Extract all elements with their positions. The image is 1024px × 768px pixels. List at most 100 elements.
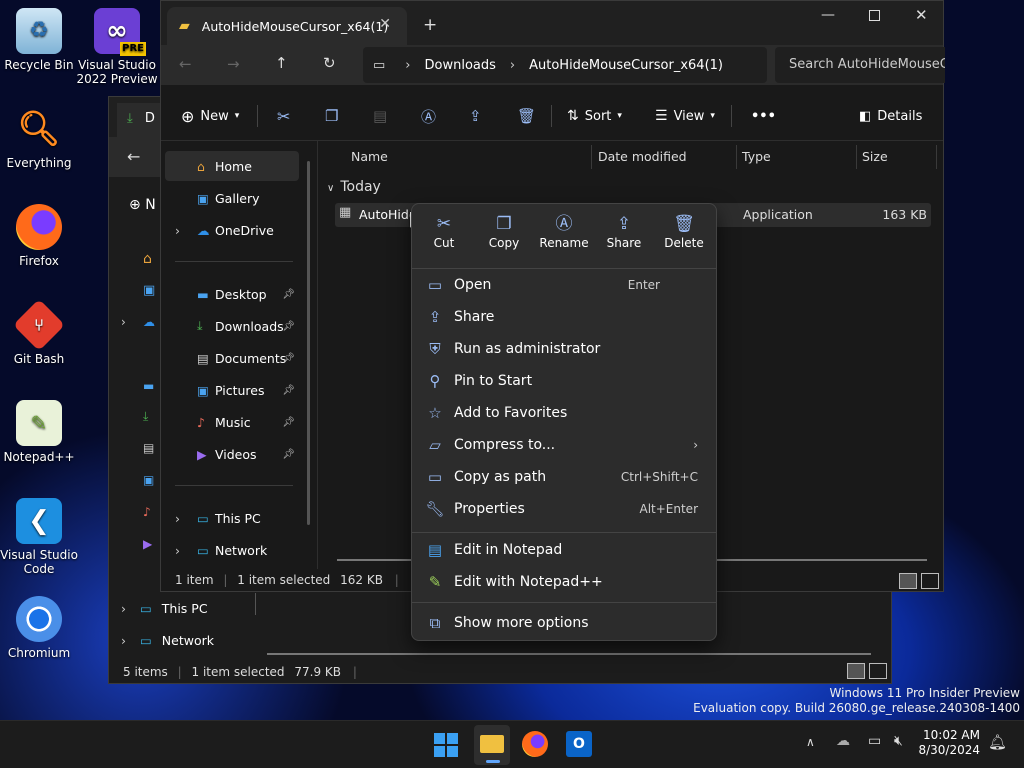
taskbar-file-explorer[interactable]	[474, 725, 510, 765]
column-header-date[interactable]: Date modified	[598, 149, 687, 164]
context-item-open[interactable]: ▭ Open Enter	[416, 269, 712, 301]
share-button[interactable]: ⇪	[469, 91, 482, 141]
context-item-run-as-admin[interactable]: ⛨ Run as administrator	[416, 333, 712, 365]
sidebar-item-desktop[interactable]: ▬ Desktop 📌︎	[165, 279, 299, 309]
onedrive-tray-icon[interactable]: ☁	[836, 733, 850, 749]
desktop-icon-firefox[interactable]: Firefox	[0, 204, 81, 268]
tiles-view-toggle[interactable]	[869, 663, 887, 679]
maximize-button[interactable]	[869, 10, 880, 21]
sidebar-item-this-pc[interactable]: › ▭ This PC	[121, 601, 208, 616]
context-item-compress[interactable]: ▱ Compress to... ›	[416, 429, 712, 461]
context-item-properties[interactable]: 🔧︎ Properties Alt+Enter	[416, 493, 712, 525]
share-icon: ⇪	[428, 308, 442, 326]
context-item-show-more[interactable]: ⧉ Show more options	[416, 607, 712, 639]
column-header-name[interactable]: Name	[351, 149, 388, 164]
sidebar-item-pictures[interactable]: ▣ Pictures 📌︎	[165, 375, 299, 405]
context-item-edit-notepadpp[interactable]: ✎ Edit with Notepad++	[416, 566, 712, 598]
notification-bell-icon[interactable]: 🔔︎	[988, 733, 1007, 751]
desktop-folder-icon[interactable]: ▬	[143, 379, 154, 393]
chevron-down-icon: ▾	[617, 111, 622, 121]
tray-chevron-icon[interactable]: ∧	[806, 735, 815, 749]
context-item-add-favorites[interactable]: ☆ Add to Favorites	[416, 397, 712, 429]
group-header-today[interactable]: ∨ Today	[327, 179, 381, 195]
paste-button[interactable]: ▤	[373, 91, 387, 141]
sidebar-item-this-pc[interactable]: › ▭ This PC	[165, 503, 299, 533]
context-item-pin-to-start[interactable]: ⚲ Pin to Start	[416, 365, 712, 397]
context-item-copy-as-path[interactable]: ▭ Copy as path Ctrl+Shift+C	[416, 461, 712, 493]
search-input[interactable]: Search AutoHideMouseC	[775, 47, 945, 83]
new-tab-button[interactable]: +	[423, 15, 437, 35]
sidebar-item-network[interactable]: › ▭ Network	[165, 535, 299, 565]
back-button[interactable]: ←	[127, 147, 140, 166]
expand-chevron-icon[interactable]: ›	[121, 315, 126, 329]
sidebar-item-network[interactable]: › ▭ Network	[121, 633, 214, 648]
desktop-icon-git-bash[interactable]: ⑂ Git Bash	[0, 298, 81, 366]
details-view-toggle[interactable]	[899, 573, 917, 589]
downloads-icon[interactable]: ⤓	[143, 409, 148, 424]
context-share-button[interactable]: ⇪ Share	[594, 212, 654, 262]
desktop-icon-visual-studio[interactable]: ∞ PRE Visual Studio 2022 Preview	[75, 8, 159, 86]
details-pane-button[interactable]: ◧ Details	[859, 91, 922, 141]
column-header-size[interactable]: Size	[862, 149, 888, 164]
taskbar-firefox[interactable]	[522, 731, 548, 757]
minimize-button[interactable]: —	[821, 7, 835, 23]
tab-autohide[interactable]: ▰ AutoHideMouseCursor_x64(1) ✕	[167, 7, 407, 45]
context-rename-button[interactable]: Ⓐ Rename	[534, 212, 594, 262]
close-window-button[interactable]: ✕	[915, 6, 928, 24]
context-delete-button[interactable]: 🗑︎ Delete	[654, 212, 714, 262]
back-new-button[interactable]: ⊕ N	[129, 197, 156, 213]
sidebar-item-documents[interactable]: ▤ Documents 📌︎	[165, 343, 299, 373]
new-button[interactable]: ⊕ New ▾	[181, 91, 239, 141]
nav-forward-button[interactable]: →	[227, 55, 240, 73]
sort-button[interactable]: ⇅ Sort ▾	[567, 91, 622, 141]
view-button[interactable]: ☰ View ▾	[655, 91, 715, 141]
watermark: Windows 11 Pro Insider Preview Evaluatio…	[693, 686, 1020, 716]
context-top-label: Cut	[433, 236, 455, 250]
onedrive-icon[interactable]: ☁	[143, 315, 155, 329]
nav-up-button[interactable]: ↑	[275, 54, 288, 72]
sidebar-scrollbar[interactable]	[307, 161, 310, 525]
sidebar-item-music[interactable]: ♪ Music 📌︎	[165, 407, 299, 437]
gallery-icon[interactable]: ▣	[143, 283, 155, 298]
column-header-type[interactable]: Type	[742, 149, 771, 164]
details-view-toggle[interactable]	[847, 663, 865, 679]
tiles-view-toggle[interactable]	[921, 573, 939, 589]
desktop-icon-vscode[interactable]: ❮ Visual Studio Code	[0, 498, 81, 576]
expand-chevron-icon: ›	[121, 601, 126, 616]
sidebar-item-label: Documents	[215, 350, 287, 366]
desktop-icon-recycle-bin[interactable]: ♻ Recycle Bin	[0, 8, 81, 72]
sidebar-item-onedrive[interactable]: › ☁ OneDrive	[165, 215, 299, 245]
breadcrumb-downloads[interactable]: Downloads	[425, 58, 496, 73]
rename-button[interactable]: Ⓐ	[421, 91, 436, 141]
cut-button[interactable]: ✂	[277, 91, 290, 141]
desktop-icon-chromium[interactable]: Chromium	[0, 596, 81, 660]
start-button[interactable]	[434, 733, 458, 757]
close-tab-icon[interactable]: ✕	[379, 16, 391, 32]
pictures-icon[interactable]: ▣	[143, 473, 154, 487]
clock[interactable]: 10:02 AM 8/30/2024	[918, 728, 980, 758]
network-tray-icon[interactable]: ▭	[868, 733, 881, 749]
context-copy-button[interactable]: ❐ Copy	[474, 212, 534, 262]
delete-button[interactable]: 🗑︎	[517, 91, 536, 141]
sidebar-item-home[interactable]: ⌂ Home	[165, 151, 299, 181]
context-cut-button[interactable]: ✂ Cut	[414, 212, 474, 262]
videos-icon[interactable]: ▶	[143, 537, 152, 551]
documents-icon[interactable]: ▤	[143, 441, 154, 455]
breadcrumb-current[interactable]: AutoHideMouseCursor_x64(1)	[529, 58, 723, 73]
context-item-share[interactable]: ⇪ Share	[416, 301, 712, 333]
sidebar-item-downloads[interactable]: ⤓ Downloads 📌︎	[165, 311, 299, 341]
desktop-icon-notepadpp[interactable]: ✎ Notepad++	[0, 400, 81, 464]
taskbar-outlook[interactable]: O	[566, 731, 592, 757]
context-item-edit-notepad[interactable]: ▤ Edit in Notepad	[416, 534, 712, 566]
home-icon[interactable]: ⌂	[143, 251, 152, 267]
address-bar[interactable]: ▭ › Downloads › AutoHideMouseCursor_x64(…	[363, 47, 767, 83]
refresh-button[interactable]: ↻	[323, 54, 336, 72]
sidebar-item-videos[interactable]: ▶ Videos 📌︎	[165, 439, 299, 469]
music-icon[interactable]: ♪	[143, 505, 151, 519]
desktop-icon-everything[interactable]: 🔍︎ Everything	[0, 106, 81, 170]
volume-tray-icon[interactable]: 🔇︎	[894, 733, 903, 749]
nav-back-button[interactable]: ←	[179, 55, 192, 73]
sidebar-item-gallery[interactable]: ▣ Gallery	[165, 183, 299, 213]
copy-button[interactable]: ❐	[325, 91, 338, 141]
more-options-button[interactable]: •••	[751, 91, 776, 141]
